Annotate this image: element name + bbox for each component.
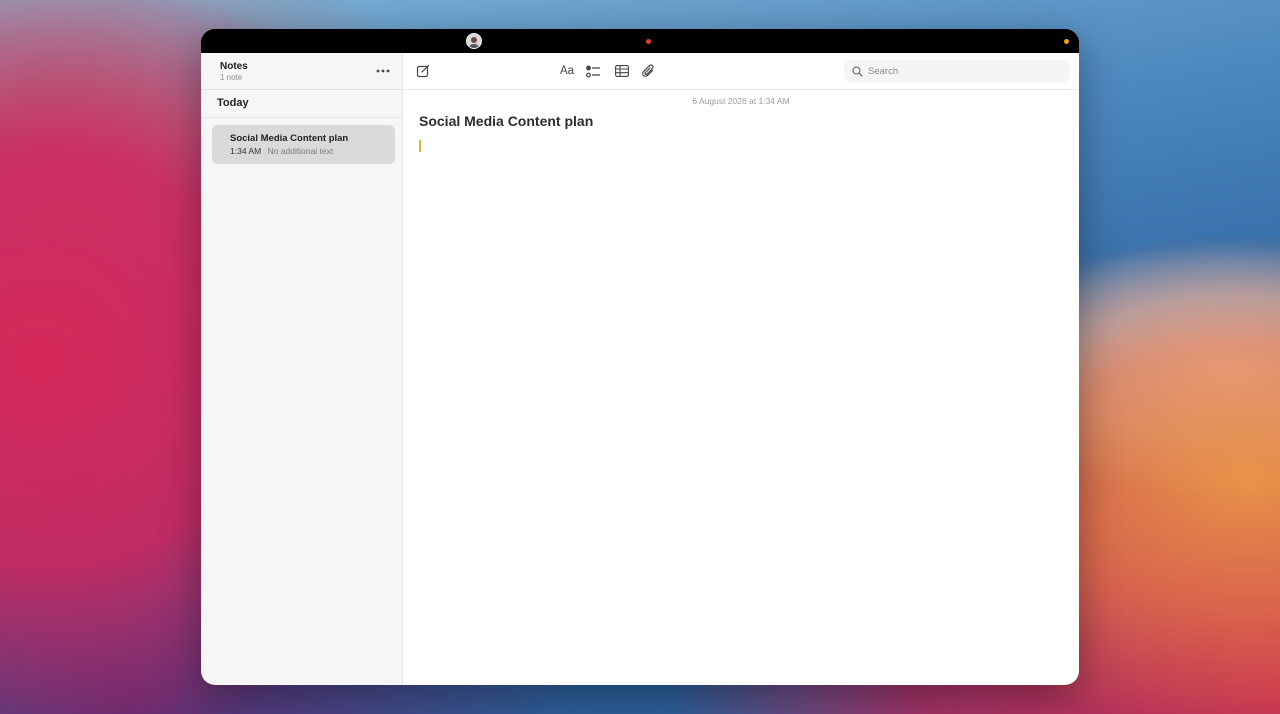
sidebar-more-button[interactable] — [372, 60, 394, 82]
editor-toolbar: Aa — [403, 53, 1079, 90]
indicator-dot-icon — [1064, 39, 1069, 44]
table-button[interactable] — [611, 60, 633, 82]
format-button[interactable]: Aa — [555, 60, 579, 82]
attachment-button[interactable] — [637, 60, 659, 82]
note-date: 6 August 2026 at 1:34 AM — [692, 96, 790, 106]
ellipsis-icon — [376, 69, 390, 73]
notes-sidebar: Notes 1 note Today Social Media Content … — [201, 53, 403, 685]
section-divider — [201, 117, 403, 118]
checklist-icon — [585, 65, 600, 77]
note-item-meta: 1:34 AM No additional text — [230, 146, 333, 156]
compose-button[interactable] — [412, 60, 434, 82]
status-bar — [201, 29, 1079, 53]
search-icon — [852, 65, 863, 77]
sidebar-header: Notes 1 note — [201, 53, 403, 90]
text-caret — [419, 140, 421, 152]
note-count: 1 note — [220, 73, 243, 82]
attachment-icon — [641, 64, 654, 77]
recording-dot-icon — [646, 39, 651, 44]
note-item-title: Social Media Content plan — [230, 133, 349, 144]
table-icon — [615, 65, 629, 77]
checklist-button[interactable] — [582, 60, 604, 82]
user-avatar-icon[interactable] — [466, 33, 482, 49]
section-header-today: Today — [217, 97, 249, 109]
ipad-window: Notes 1 note Today Social Media Content … — [201, 29, 1079, 685]
note-title[interactable]: Social Media Content plan — [419, 113, 593, 129]
note-list-item[interactable]: Social Media Content plan 1:34 AM No add… — [212, 125, 395, 164]
note-editor[interactable]: 6 August 2026 at 1:34 AM Social Media Co… — [403, 90, 1079, 685]
format-text-icon: Aa — [559, 65, 575, 77]
search-input[interactable] — [868, 65, 1058, 77]
sidebar-title: Notes — [220, 61, 248, 72]
note-item-preview: No additional text — [267, 146, 334, 156]
notes-app: Notes 1 note Today Social Media Content … — [201, 53, 1079, 685]
compose-icon — [416, 64, 430, 78]
search-field[interactable] — [844, 60, 1070, 82]
note-item-time: 1:34 AM — [230, 146, 262, 156]
